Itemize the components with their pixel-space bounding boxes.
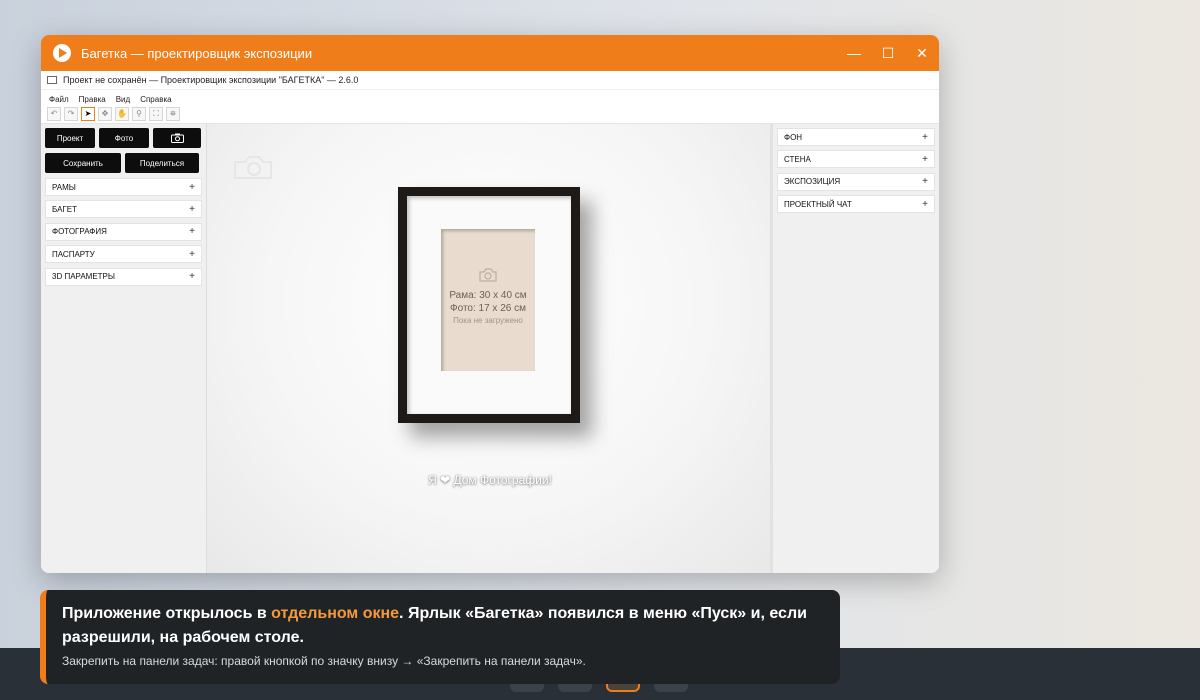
expand-icon: + — [189, 226, 195, 238]
maximize-button[interactable]: ☐ — [871, 35, 905, 71]
document-title-bar: Проект не сохранён — Проектировщик экспо… — [41, 71, 939, 90]
photo-size: Фото: 17 x 26 см — [450, 303, 526, 314]
window-title: Багетка — проектировщик экспозиции — [81, 45, 313, 61]
document-title: Проект не сохранён — Проектировщик экспо… — [63, 75, 359, 85]
photo-button[interactable]: Фото — [99, 128, 149, 148]
section-label: СТЕНА — [784, 154, 811, 164]
notification-toast: Приложение открылось в отдельном окне. Я… — [40, 590, 840, 684]
section-label: ФОТОГРАФИЯ — [52, 227, 107, 237]
toast-text-start: Приложение открылось в — [62, 605, 272, 622]
menu-edit[interactable]: Правка — [79, 95, 106, 104]
app-logo-icon — [53, 44, 71, 62]
section-label: ПАСПАРТУ — [52, 249, 95, 259]
section-frames[interactable]: РАМЫ + — [45, 178, 202, 196]
save-button[interactable]: Сохранить — [45, 153, 121, 173]
section-photo[interactable]: ФОТОГРАФИЯ + — [45, 222, 202, 241]
app-window: Багетка — проектировщик экспозиции — ☐ ✕… — [41, 35, 939, 573]
project-button[interactable]: Проект — [45, 128, 95, 148]
redo-icon[interactable]: ↷ — [64, 106, 78, 121]
section-background[interactable]: ФОН + — [777, 128, 935, 146]
menu-bar: Файл Правка Вид Справка — [41, 90, 939, 104]
menu-file[interactable]: Файл — [49, 95, 69, 104]
photo-placeholder[interactable]: Рама: 30 x 40 см Фото: 17 x 26 см Пока н… — [441, 229, 535, 371]
window-icon — [47, 76, 57, 84]
left-panel: Проект Фото Сохранить Поделиться РАМЫ + Б… — [41, 124, 207, 573]
section-label: ФОН — [784, 132, 803, 142]
expand-icon: + — [922, 131, 928, 143]
toolbar: ↶ ↷ ➤ ✥ ✋ ⚲ ⛶ ⛯ — [41, 104, 939, 124]
camera-button[interactable] — [153, 128, 201, 148]
expand-icon: + — [189, 271, 195, 283]
toast-message: Приложение открылось в отдельном окне. Я… — [62, 602, 824, 650]
camera-icon — [479, 268, 497, 282]
frame-size: Рама: 30 x 40 см — [449, 290, 527, 301]
expand-icon: + — [922, 176, 928, 188]
expand-icon: + — [189, 248, 195, 260]
section-exposition[interactable]: ЭКСПОЗИЦИЯ + — [777, 172, 935, 191]
toast-highlight: отдельном окне — [271, 605, 400, 622]
section-wall[interactable]: СТЕНА + — [777, 150, 935, 169]
photo-status: Пока не загружено — [453, 316, 523, 325]
section-label: 3D ПАРАМЕТРЫ — [52, 272, 115, 282]
section-label: ЭКСПОЗИЦИЯ — [784, 177, 841, 187]
expand-icon: + — [922, 153, 928, 165]
section-3d-params[interactable]: 3D ПАРАМЕТРЫ + — [45, 267, 202, 286]
slogan: Я ❤ Дом Фотографии! — [428, 473, 552, 487]
section-label: РАМЫ — [52, 182, 76, 192]
camera-watermark-icon — [234, 156, 272, 179]
minimize-button[interactable]: — — [837, 35, 871, 71]
pointer-icon[interactable]: ➤ — [81, 106, 95, 121]
passepartout: Рама: 30 x 40 см Фото: 17 x 26 см Пока н… — [407, 196, 571, 414]
layers-icon[interactable]: ⛯ — [166, 106, 180, 121]
section-label: ПРОЕКТНЫЙ ЧАТ — [784, 199, 852, 209]
share-button[interactable]: Поделиться — [125, 153, 199, 173]
toast-hint: Закрепить на панели задач: правой кнопко… — [62, 654, 586, 668]
title-bar[interactable]: Багетка — проектировщик экспозиции — ☐ ✕ — [41, 35, 939, 71]
expand-icon: + — [189, 181, 195, 193]
fullscreen-icon[interactable]: ⛶ — [149, 106, 163, 121]
move-icon[interactable]: ✥ — [98, 106, 112, 121]
expand-icon: + — [189, 203, 195, 215]
menu-view[interactable]: Вид — [116, 95, 130, 104]
canvas-area[interactable]: Рама: 30 x 40 см Фото: 17 x 26 см Пока н… — [207, 124, 773, 573]
section-label: БАГЕТ — [52, 204, 77, 214]
close-button[interactable]: ✕ — [905, 35, 939, 71]
picture-frame[interactable]: Рама: 30 x 40 см Фото: 17 x 26 см Пока н… — [398, 187, 580, 423]
section-passepartout[interactable]: ПАСПАРТУ + — [45, 245, 202, 264]
camera-icon — [170, 133, 184, 143]
expand-icon: + — [922, 198, 928, 210]
right-panel: ФОН + СТЕНА + ЭКСПОЗИЦИЯ + ПРОЕКТНЫЙ ЧАТ + — [773, 124, 939, 573]
zoom-icon[interactable]: ⚲ — [132, 106, 146, 121]
undo-icon[interactable]: ↶ — [47, 106, 61, 121]
section-baguette[interactable]: БАГЕТ + — [45, 200, 202, 219]
menu-help[interactable]: Справка — [140, 95, 171, 104]
hand-icon[interactable]: ✋ — [115, 106, 129, 121]
section-project-chat[interactable]: ПРОЕКТНЫЙ ЧАТ + — [777, 195, 935, 214]
